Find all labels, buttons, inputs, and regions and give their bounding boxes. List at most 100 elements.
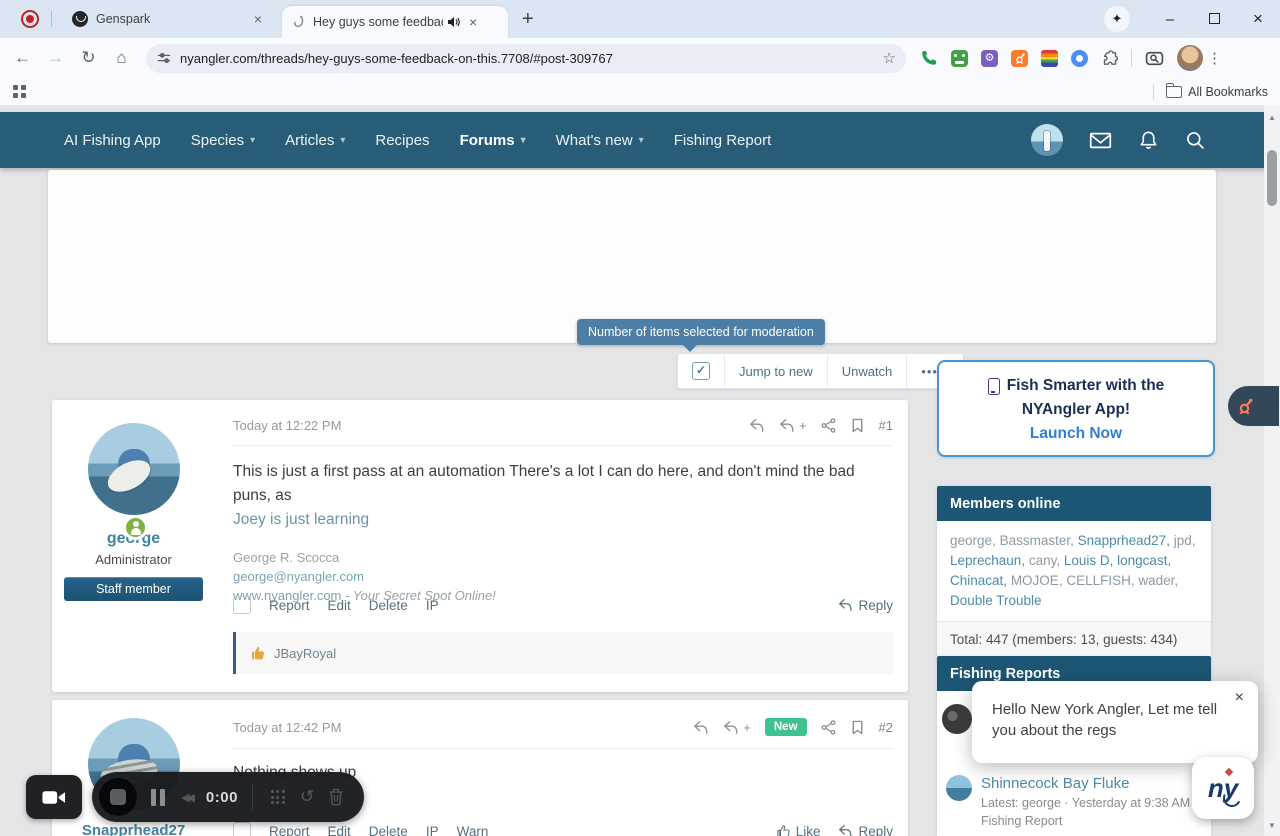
report-link[interactable]: Report <box>269 824 310 836</box>
tab-search-icon[interactable] <box>1145 50 1164 67</box>
page-scrollbar[interactable]: ▲ ▼ <box>1264 105 1280 836</box>
camera-bubble-button[interactable] <box>26 775 82 819</box>
member-link[interactable]: Louis D <box>1064 553 1117 568</box>
post-timestamp[interactable]: Today at 12:42 PM <box>233 720 341 735</box>
select-post-checkbox[interactable] <box>233 596 251 614</box>
member-link[interactable]: CELLFISH <box>1066 573 1138 588</box>
edit-link[interactable]: Edit <box>328 598 351 613</box>
nyangler-chat-launcher[interactable]: ny <box>1192 757 1254 819</box>
post-timestamp[interactable]: Today at 12:22 PM <box>233 418 341 433</box>
reply-button[interactable]: Reply <box>838 824 893 836</box>
blur-tool-icon[interactable] <box>270 790 285 804</box>
author-avatar[interactable] <box>87 423 180 515</box>
back-button[interactable]: ← <box>6 48 39 68</box>
audio-playing-icon[interactable] <box>447 16 461 28</box>
all-bookmarks-button[interactable]: All Bookmarks <box>1188 85 1268 99</box>
multiquote-icon[interactable] <box>723 720 739 735</box>
home-button[interactable]: ⌂ <box>105 48 138 68</box>
stop-recording-button[interactable] <box>99 778 137 816</box>
gear-extension-icon[interactable]: ⚙ <box>981 49 998 67</box>
address-bar[interactable]: nyangler.com/threads/hey-guys-some-feedb… <box>146 43 906 73</box>
user-avatar[interactable] <box>1031 124 1063 156</box>
nav-item-recipes[interactable]: Recipes <box>375 132 429 149</box>
robot-extension-icon[interactable] <box>951 49 968 67</box>
phone-extension-icon[interactable] <box>920 49 938 67</box>
search-icon[interactable] <box>1185 130 1206 151</box>
share-icon[interactable] <box>821 418 836 433</box>
quote-reply-icon[interactable] <box>693 720 709 735</box>
bookmark-icon[interactable] <box>850 418 865 433</box>
warn-link[interactable]: Warn <box>457 824 489 836</box>
nav-item-ai-fishing-app[interactable]: AI Fishing App <box>64 132 161 149</box>
reactions-bar[interactable]: JBayRoyal <box>233 632 893 674</box>
member-link[interactable]: Chinacat <box>950 573 1011 588</box>
member-link[interactable]: longcast <box>1117 553 1171 568</box>
forward-button[interactable]: → <box>39 48 72 68</box>
nav-item-fishing-report[interactable]: Fishing Report <box>674 132 772 149</box>
hubspot-extension-icon[interactable] <box>1011 49 1028 67</box>
nav-item-species[interactable]: Species ▾ <box>191 132 255 149</box>
restart-recording-icon[interactable]: ↺ <box>300 787 314 807</box>
multiquote-icon[interactable] <box>779 418 795 433</box>
maximize-button[interactable] <box>1192 11 1236 28</box>
member-link[interactable]: george <box>950 533 1000 548</box>
extensions-puzzle-icon[interactable] <box>1101 50 1118 67</box>
jump-to-new-button[interactable]: Jump to new <box>725 354 828 388</box>
signature-email-link[interactable]: george@nyangler.com <box>233 567 893 586</box>
delete-recording-icon[interactable] <box>328 788 344 806</box>
rewind-icon[interactable]: ◀◀ <box>181 791 195 804</box>
site-settings-icon[interactable] <box>156 51 172 65</box>
chrome-menu-icon[interactable]: ⋮ <box>1203 49 1234 67</box>
ip-link[interactable]: IP <box>426 598 439 613</box>
select-all-checkbox[interactable]: ✓ <box>678 354 725 388</box>
close-tab-icon[interactable]: × <box>469 15 477 29</box>
report-title-link[interactable]: Shinnecock Bay Fluke <box>981 775 1190 792</box>
report-link[interactable]: Report <box>269 598 310 613</box>
member-link[interactable]: MOJOE <box>1011 573 1067 588</box>
sparkle-icon[interactable]: ✦ <box>1104 6 1130 32</box>
member-link[interactable]: Leprechaun <box>950 553 1029 568</box>
apps-grid-icon[interactable] <box>13 85 26 98</box>
unwatch-button[interactable]: Unwatch <box>828 354 908 388</box>
delete-link[interactable]: Delete <box>369 598 408 613</box>
scroll-down-icon[interactable]: ▼ <box>1264 821 1280 830</box>
scrollbar-thumb[interactable] <box>1267 150 1277 206</box>
reaction-users[interactable]: JBayRoyal <box>274 646 336 661</box>
member-link[interactable]: Snapprhead27 <box>1078 533 1174 548</box>
alerts-bell-icon[interactable] <box>1138 130 1159 151</box>
bookmark-star-icon[interactable]: ☆ <box>883 49 896 67</box>
member-link[interactable]: Double Trouble <box>950 593 1042 608</box>
edit-link[interactable]: Edit <box>328 824 351 836</box>
checkbox-checked-icon[interactable]: ✓ <box>692 362 710 380</box>
url-text[interactable]: nyangler.com/threads/hey-guys-some-feedb… <box>180 51 875 66</box>
reload-button[interactable]: ↻ <box>72 48 105 68</box>
ip-link[interactable]: IP <box>426 824 439 836</box>
messages-envelope-icon[interactable] <box>1089 131 1112 150</box>
tab-genspark[interactable]: Genspark × <box>62 3 272 35</box>
member-link[interactable]: jpd <box>1174 533 1196 548</box>
bookmark-icon[interactable] <box>850 720 865 735</box>
select-post-checkbox[interactable] <box>233 822 251 836</box>
nav-item-whats-new[interactable]: What's new ▾ <box>556 132 644 149</box>
profile-avatar[interactable] <box>1177 45 1203 71</box>
post-number-link[interactable]: #1 <box>879 418 893 433</box>
member-link[interactable]: Bassmaster <box>1000 533 1078 548</box>
minimize-button[interactable]: – <box>1148 11 1192 28</box>
reply-button[interactable]: Reply <box>838 598 893 613</box>
delete-link[interactable]: Delete <box>369 824 408 836</box>
member-link[interactable]: cany <box>1029 553 1064 568</box>
close-tab-icon[interactable]: × <box>254 12 262 26</box>
post-number-link[interactable]: #2 <box>879 720 893 735</box>
blue-extension-icon[interactable] <box>1071 49 1088 67</box>
close-window-button[interactable]: × <box>1236 9 1280 29</box>
fishing-report-item[interactable]: Shinnecock Bay Fluke Latest: george · Ye… <box>946 775 1190 828</box>
like-button[interactable]: Like <box>776 824 820 836</box>
quote-reply-icon[interactable] <box>749 418 765 433</box>
new-tab-button[interactable]: + <box>522 8 534 31</box>
nav-item-forums[interactable]: Forums ▾ <box>460 132 526 149</box>
tab-active-thread[interactable]: Hey guys some feedback o × <box>282 6 508 38</box>
author-username[interactable]: Snapprhead27 <box>52 822 215 836</box>
close-icon[interactable]: × <box>1235 689 1244 707</box>
nav-item-articles[interactable]: Articles ▾ <box>285 132 345 149</box>
color-extension-icon[interactable] <box>1041 49 1058 67</box>
